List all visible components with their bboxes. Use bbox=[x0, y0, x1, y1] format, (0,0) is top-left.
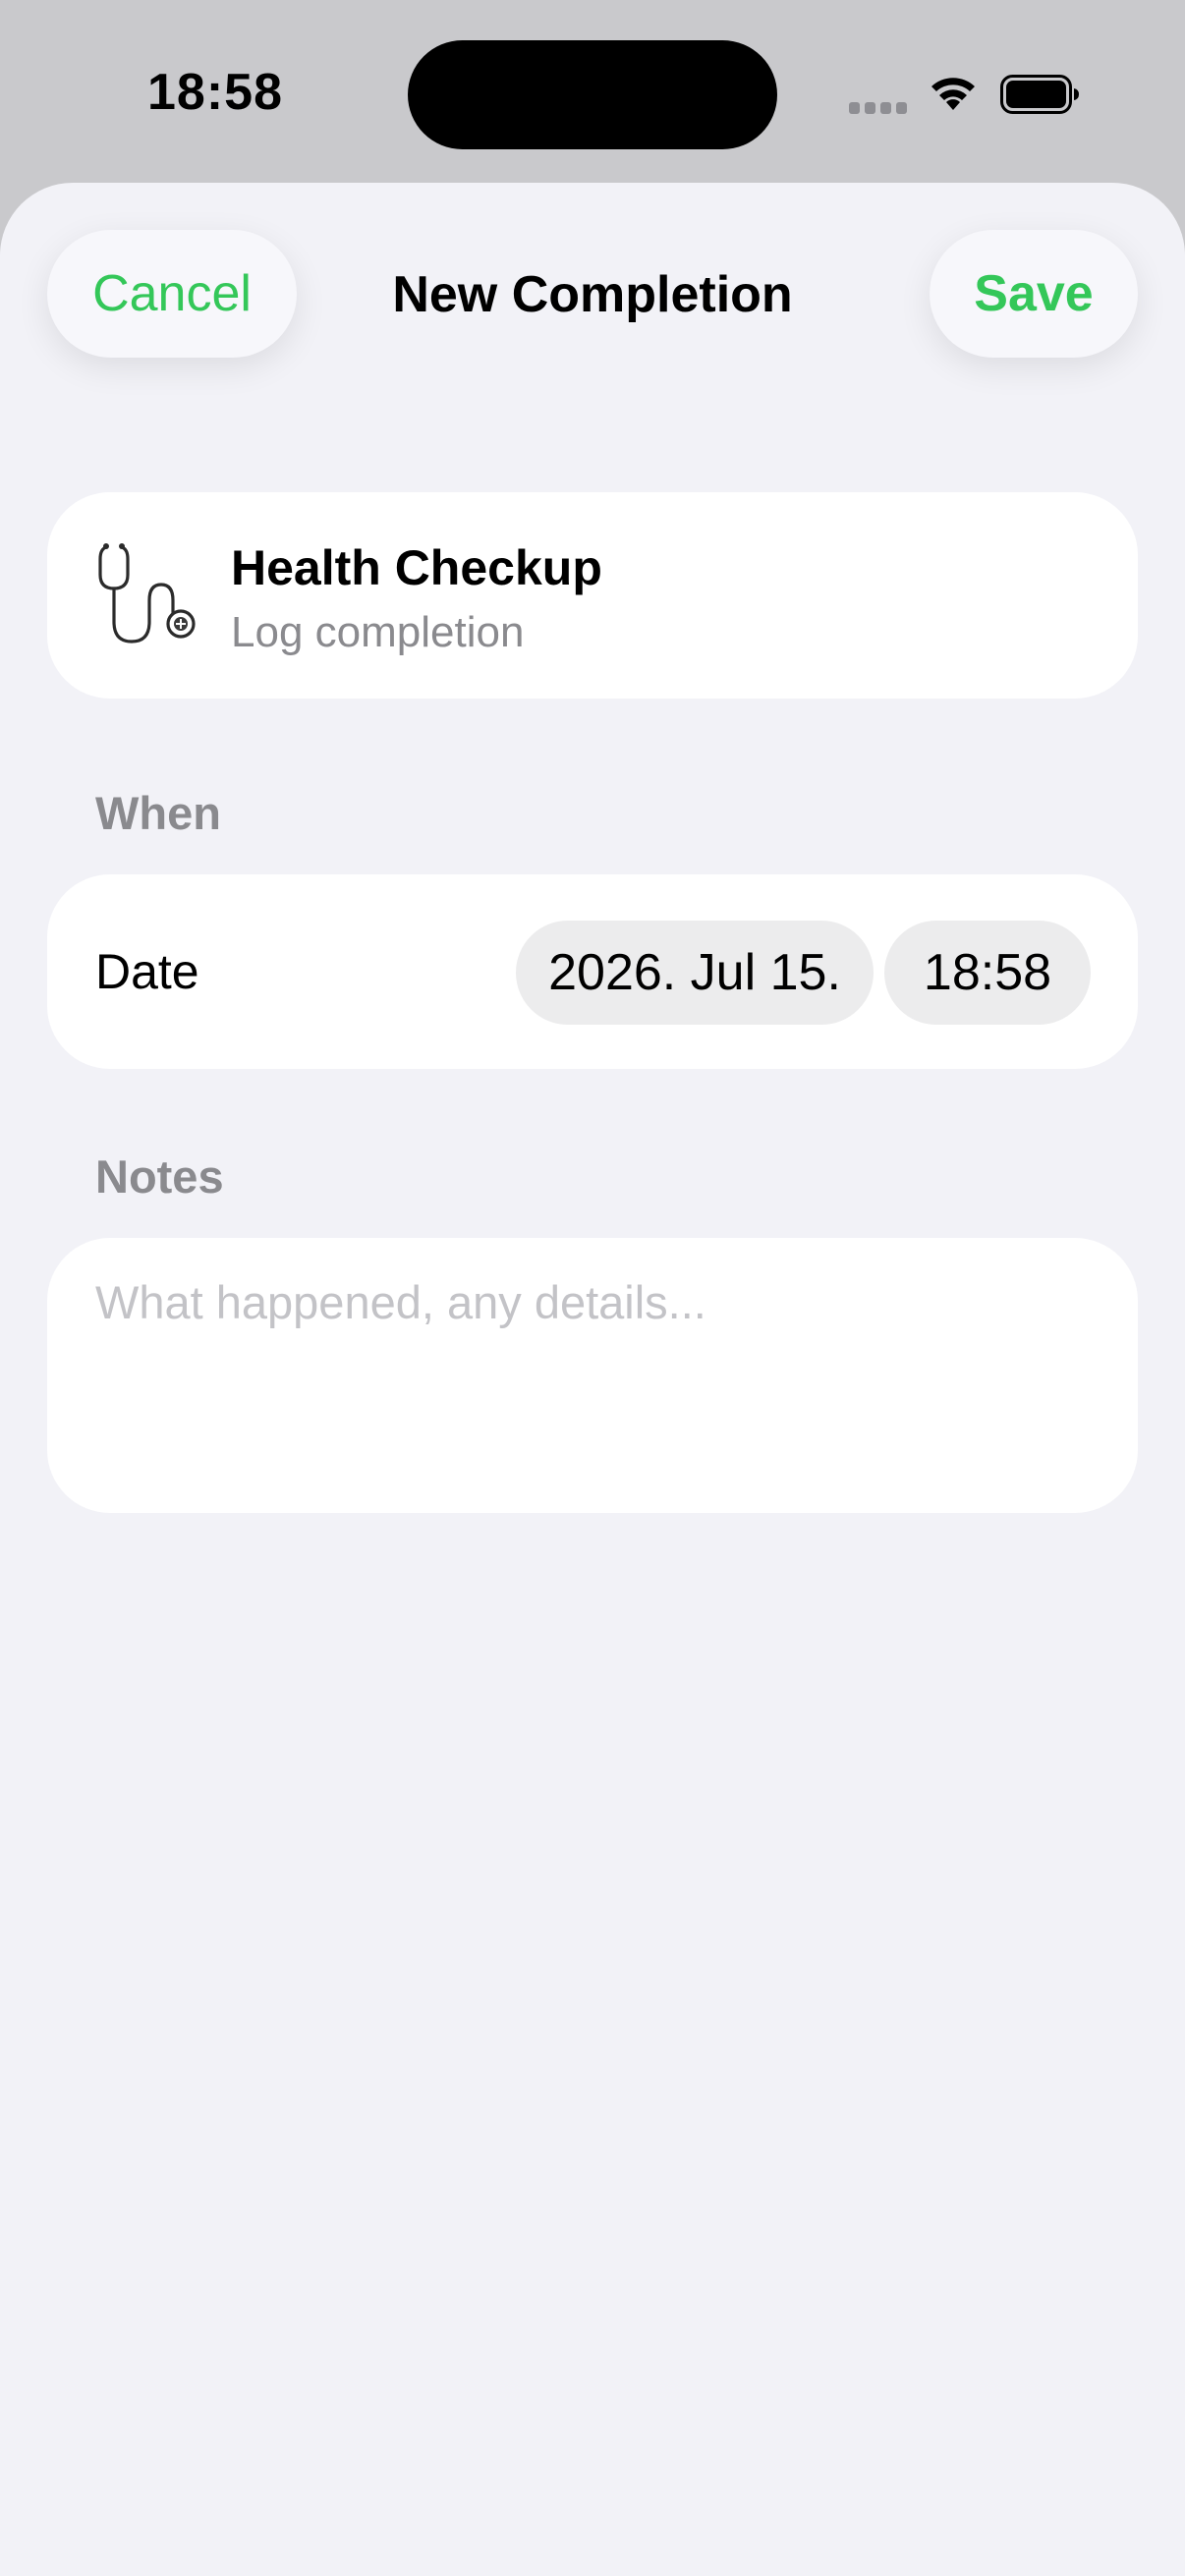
time-picker-button[interactable]: 18:58 bbox=[884, 921, 1091, 1025]
page-title: New Completion bbox=[392, 266, 793, 323]
habit-subtitle: Log completion bbox=[231, 608, 525, 656]
battery-icon bbox=[1000, 75, 1079, 114]
date-row: Date 2026. Jul 15. 18:58 bbox=[47, 874, 1138, 1069]
notes-section-label: Notes bbox=[95, 1150, 224, 1203]
habit-title: Health Checkup bbox=[231, 540, 602, 595]
wifi-icon bbox=[931, 78, 975, 110]
save-button[interactable]: Save bbox=[930, 230, 1138, 358]
notes-card bbox=[47, 1238, 1138, 1513]
notes-field[interactable] bbox=[95, 1275, 1088, 1472]
date-label: Date bbox=[95, 944, 199, 999]
status-bar: 18:58 bbox=[0, 0, 1185, 187]
dynamic-island bbox=[408, 40, 777, 149]
date-picker-button[interactable]: 2026. Jul 15. bbox=[516, 921, 874, 1025]
status-time: 18:58 bbox=[147, 64, 283, 121]
when-section-label: When bbox=[95, 787, 221, 839]
habit-card: Health Checkup Log completion bbox=[47, 492, 1138, 699]
cancel-button[interactable]: Cancel bbox=[47, 230, 297, 358]
stethoscope-icon bbox=[98, 543, 196, 644]
cellular-signal-icon bbox=[849, 102, 907, 114]
new-completion-sheet: Cancel New Completion Save Health Checku… bbox=[0, 183, 1185, 2576]
